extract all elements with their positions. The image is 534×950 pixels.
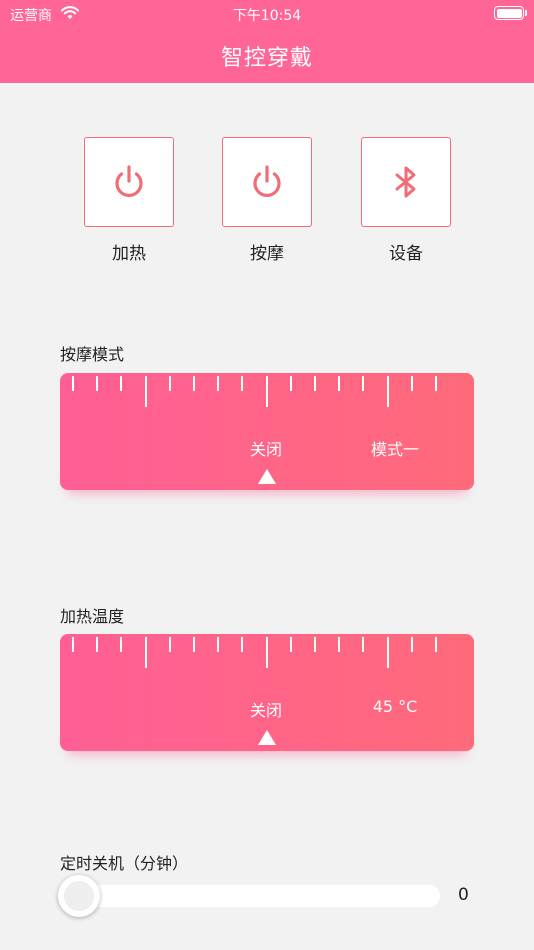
ruler-tick — [289, 637, 292, 652]
ruler-tick — [193, 637, 195, 652]
heat-control: 加热 — [84, 137, 174, 264]
massage-label: 按摩 — [250, 244, 284, 264]
ruler-tick — [96, 376, 99, 391]
timer-value: 0 — [458, 885, 469, 905]
massage-mode-picker: 关闭 模式一 — [60, 373, 474, 513]
ruler-tick — [193, 376, 195, 391]
ruler-tick — [265, 637, 268, 668]
ruler-tick — [314, 376, 316, 391]
ruler-tick — [120, 376, 123, 391]
device-control: 设备 — [361, 137, 451, 264]
power-icon — [253, 165, 281, 197]
ruler-tick — [241, 376, 244, 391]
clock: 下午10:54 — [232, 8, 302, 24]
ruler-tick — [265, 376, 268, 407]
ruler-tick — [338, 376, 341, 391]
heat-label: 加热 — [112, 244, 146, 264]
ruler-tick — [338, 637, 341, 652]
massage-mode-current: 关闭 — [249, 440, 282, 459]
ruler-tick — [120, 637, 123, 652]
ruler-tick — [410, 376, 413, 391]
ruler-tick — [386, 376, 389, 407]
massage-mode-next[interactable]: 模式一 — [345, 436, 445, 460]
ruler-tick — [96, 637, 99, 652]
device-bluetooth-button[interactable] — [361, 137, 451, 227]
ruler-tick — [386, 637, 389, 668]
heating-temp-ruler[interactable]: 关闭 45 °C — [60, 634, 474, 751]
header: 运营商 下午10:54 智控穿戴 — [0, 0, 534, 83]
battery-icon — [494, 6, 527, 20]
timer-slider-knob[interactable] — [58, 875, 100, 917]
ruler-tick — [72, 376, 74, 391]
ruler-tick — [435, 637, 437, 652]
heating-temp-picker: 关闭 45 °C — [60, 634, 474, 774]
massage-mode-title: 按摩模式 — [60, 345, 125, 364]
ruler-tick — [410, 637, 413, 652]
timer-title: 定时关机（分钟） — [60, 854, 189, 873]
ruler-tick — [289, 376, 292, 391]
massage-power-button[interactable] — [222, 137, 312, 227]
ruler-ticks — [60, 634, 474, 674]
ruler-tick — [72, 637, 74, 652]
timer-slider-track[interactable] — [60, 885, 440, 907]
ruler-tick — [362, 637, 365, 652]
ruler-tick — [217, 637, 220, 652]
heating-temp-title: 加热温度 — [60, 607, 125, 626]
page-title: 智控穿戴 — [220, 46, 313, 71]
ruler-tick — [217, 376, 220, 391]
ruler-tick — [168, 376, 171, 391]
massage-control: 按摩 — [222, 137, 312, 264]
ruler-tick — [241, 637, 244, 652]
status-bar: 运营商 下午10:54 — [0, 0, 534, 28]
device-label: 设备 — [389, 244, 423, 264]
heating-temp-next[interactable]: 45 °C — [345, 697, 445, 716]
power-icon — [115, 165, 143, 197]
ruler-tick — [362, 376, 365, 391]
ruler-ticks — [60, 373, 474, 413]
heating-temp-current: 关闭 — [249, 701, 282, 720]
ruler-tick — [435, 376, 437, 391]
ruler-tick — [168, 637, 171, 652]
massage-mode-ruler[interactable]: 关闭 模式一 — [60, 373, 474, 490]
ruler-pointer — [258, 469, 276, 484]
ruler-tick — [144, 376, 147, 407]
heat-power-button[interactable] — [84, 137, 174, 227]
ruler-tick — [144, 637, 147, 668]
ruler-tick — [314, 637, 316, 652]
bluetooth-icon — [395, 166, 416, 198]
ruler-pointer — [258, 730, 276, 745]
